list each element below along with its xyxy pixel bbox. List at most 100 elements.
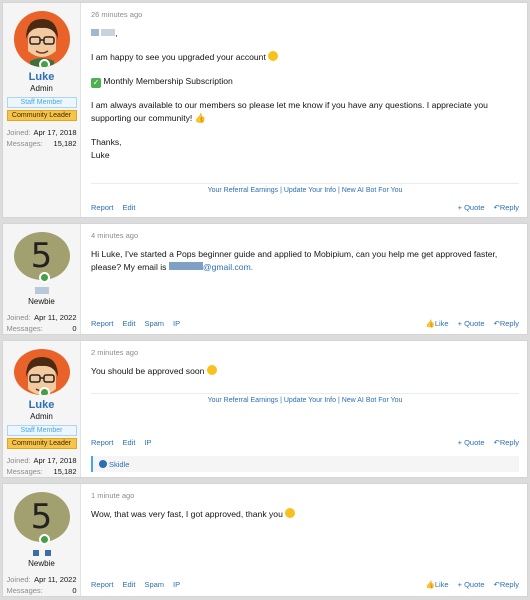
user-panel: 5 Newbie Joined: Apr 11, 2022 Messages: 0 <box>3 484 81 596</box>
signature[interactable]: Your Referral Earnings | Update Your Inf… <box>91 393 519 404</box>
spam-link[interactable]: Spam <box>144 580 164 589</box>
user-stats: Joined: Apr 11, 2022 Messages: 0 <box>7 312 77 334</box>
spam-link[interactable]: Spam <box>144 319 164 328</box>
message-text: You should be approved soon <box>91 366 205 376</box>
user-title: Admin <box>30 84 53 93</box>
post-time[interactable]: 2 minutes ago <box>91 348 517 357</box>
ip-link[interactable]: IP <box>173 580 180 589</box>
joined-date: Apr 11, 2022 <box>34 575 77 584</box>
smile-emoji-icon <box>206 365 217 375</box>
staff-banner: Staff Member <box>6 97 77 108</box>
joined-date: Apr 17, 2018 <box>33 456 77 465</box>
redacted-name <box>101 29 116 36</box>
post-main: 1 minute ago Wow, that was very fast, I … <box>81 484 527 596</box>
edit-link[interactable]: Edit <box>123 438 136 447</box>
post-time[interactable]: 1 minute ago <box>91 491 517 500</box>
message-count: 0 <box>72 324 77 333</box>
reply-label: Reply <box>499 580 519 589</box>
report-link[interactable]: Report <box>91 438 114 447</box>
reply-link[interactable]: ↶Reply <box>494 438 519 447</box>
joined-label: Joined: <box>6 128 31 137</box>
post-time[interactable]: 26 minutes ago <box>91 10 517 19</box>
staff-banner: Staff Member <box>6 425 77 436</box>
post-main: 4 minutes ago Hi Luke, I've started a Po… <box>81 224 527 334</box>
avatar-letter: 5 <box>30 497 53 537</box>
user-stats: Joined: Apr 17, 2018 Messages: 15,182 <box>7 455 77 477</box>
reply-link[interactable]: ↶Reply <box>494 203 519 212</box>
report-link[interactable]: Report <box>91 580 114 589</box>
quote-link[interactable]: + Quote <box>458 319 485 328</box>
post-4: 5 Newbie Joined: Apr 11, 2022 Messages: 0 … <box>2 483 528 597</box>
post-body: , I am happy to see you upgraded your ac… <box>91 27 517 162</box>
post-time[interactable]: 4 minutes ago <box>91 231 517 240</box>
avatar[interactable]: 5 <box>13 492 70 545</box>
message-count: 0 <box>72 586 77 595</box>
message-text: Hi Luke, I've started a Pops beginner gu… <box>91 249 498 272</box>
quote-link[interactable]: + Quote <box>458 580 485 589</box>
email-link[interactable]: @gmail.com. <box>203 262 253 272</box>
online-status-icon <box>38 534 50 545</box>
reactions-bar[interactable]: Skidle <box>91 456 519 472</box>
edit-link[interactable]: Edit <box>123 203 136 212</box>
redacted-username[interactable] <box>30 548 54 558</box>
edit-link[interactable]: Edit <box>123 580 136 589</box>
username[interactable]: Luke <box>29 71 55 83</box>
joined-date: Apr 17, 2018 <box>33 128 77 137</box>
joined-label: Joined: <box>6 575 31 584</box>
leader-banner: Community Leader <box>6 110 77 121</box>
report-link[interactable]: Report <box>91 203 114 212</box>
like-link[interactable]: 👍Like <box>426 580 449 589</box>
reaction-user[interactable]: Skidle <box>109 460 129 469</box>
smile-emoji-icon <box>268 51 279 61</box>
joined-date: Apr 11, 2022 <box>34 313 77 322</box>
reply-link[interactable]: ↶Reply <box>494 580 519 589</box>
messages-label: Messages: <box>6 586 43 595</box>
user-panel: Luke Admin Staff Member Community Leader… <box>3 3 81 217</box>
avatar[interactable]: 5 <box>13 232 70 283</box>
reply-label: Reply <box>499 438 519 447</box>
ip-link[interactable]: IP <box>173 319 180 328</box>
subscription-line: Monthly Membership Subscription <box>103 76 233 86</box>
message-count: 15,182 <box>53 467 77 476</box>
user-title: Admin <box>30 412 53 421</box>
leader-banner: Community Leader <box>6 438 77 449</box>
redacted-username[interactable] <box>34 287 49 294</box>
ip-link[interactable]: IP <box>144 438 151 447</box>
edit-link[interactable]: Edit <box>123 319 136 328</box>
redacted-email <box>168 262 203 270</box>
avatar[interactable] <box>13 349 70 395</box>
online-status-icon <box>38 59 50 67</box>
quote-link[interactable]: + Quote <box>458 203 485 212</box>
avatar-letter: 5 <box>30 236 53 276</box>
message-text: Wow, that was very fast, I got approved,… <box>91 509 283 519</box>
user-stats: Joined: Apr 11, 2022 Messages: 0 <box>7 574 77 596</box>
signoff-name: Luke <box>91 150 110 160</box>
post-actions: Report Edit Spam IP 👍Like + Quote ↶Reply <box>91 319 519 328</box>
messages-label: Messages: <box>6 467 43 476</box>
message-line: I am always available to our members so … <box>91 100 488 123</box>
greeting-suffix: , <box>115 28 118 38</box>
joined-label: Joined: <box>6 313 31 322</box>
messages-label: Messages: <box>6 139 43 148</box>
message-count: 15,182 <box>53 139 77 148</box>
reply-link[interactable]: ↶Reply <box>494 319 519 328</box>
post-3: Luke Admin Staff Member Community Leader… <box>2 340 528 478</box>
post-body: You should be approved soon <box>91 365 517 378</box>
like-link[interactable]: 👍Like <box>426 319 449 328</box>
check-mark-icon: ✓ <box>91 78 101 88</box>
post-actions: Report Edit IP + Quote ↶Reply <box>91 438 519 447</box>
avatar[interactable] <box>13 11 70 67</box>
quote-link[interactable]: + Quote <box>458 438 485 447</box>
user-panel: Luke Admin Staff Member Community Leader… <box>3 341 81 477</box>
signature[interactable]: Your Referral Earnings | Update Your Inf… <box>91 183 519 194</box>
report-link[interactable]: Report <box>91 319 114 328</box>
messages-label: Messages: <box>6 324 43 333</box>
joined-label: Joined: <box>6 456 31 465</box>
username[interactable]: Luke <box>29 399 55 411</box>
reply-label: Reply <box>499 203 519 212</box>
post-main: 26 minutes ago , I am happy to see you u… <box>81 3 527 217</box>
user-title: Newbie <box>28 297 55 306</box>
post-body: Hi Luke, I've started a Pops beginner gu… <box>91 248 517 274</box>
user-stats: Joined: Apr 17, 2018 Messages: 15,182 <box>7 127 77 149</box>
user-panel: 5 Newbie Joined: Apr 11, 2022 Messages: 0 <box>3 224 81 334</box>
